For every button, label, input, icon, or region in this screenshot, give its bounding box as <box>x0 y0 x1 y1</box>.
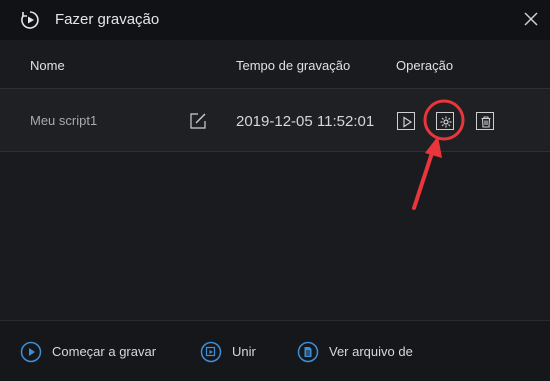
record-play-icon <box>20 341 42 363</box>
footer-bar: Começar a gravar Unir Ver arquivo de <box>0 320 550 381</box>
settings-button[interactable] <box>436 112 454 130</box>
table-header: Nome Tempo de gravação Operação <box>0 40 550 89</box>
trash-icon <box>481 116 491 128</box>
gear-icon <box>440 116 452 128</box>
delete-button[interactable] <box>476 112 494 130</box>
start-recording-label: Começar a gravar <box>52 344 157 359</box>
view-file-button[interactable]: Ver arquivo de <box>297 341 427 365</box>
merge-icon <box>200 341 222 363</box>
title-bar: Fazer gravação <box>0 0 550 40</box>
play-icon <box>403 116 413 128</box>
close-icon[interactable] <box>520 8 542 30</box>
window-title: Fazer gravação <box>55 11 160 28</box>
play-button[interactable] <box>397 112 415 130</box>
merge-button[interactable]: Unir <box>200 341 270 365</box>
script-name: Meu script1 <box>30 113 98 128</box>
start-recording-button[interactable]: Começar a gravar <box>20 341 170 365</box>
table-row[interactable]: Meu script1 2019-12-05 11:52:01 <box>0 89 550 152</box>
column-header-time: Tempo de gravação <box>236 58 351 73</box>
play-circle-icon <box>21 11 39 29</box>
view-file-label: Ver arquivo de <box>329 344 413 359</box>
file-icon <box>297 341 319 363</box>
column-header-name: Nome <box>30 58 65 73</box>
recording-time: 2019-12-05 11:52:01 <box>236 113 375 130</box>
edit-icon[interactable] <box>189 112 207 130</box>
column-header-operation: Operação <box>396 58 454 73</box>
merge-label: Unir <box>232 344 256 359</box>
